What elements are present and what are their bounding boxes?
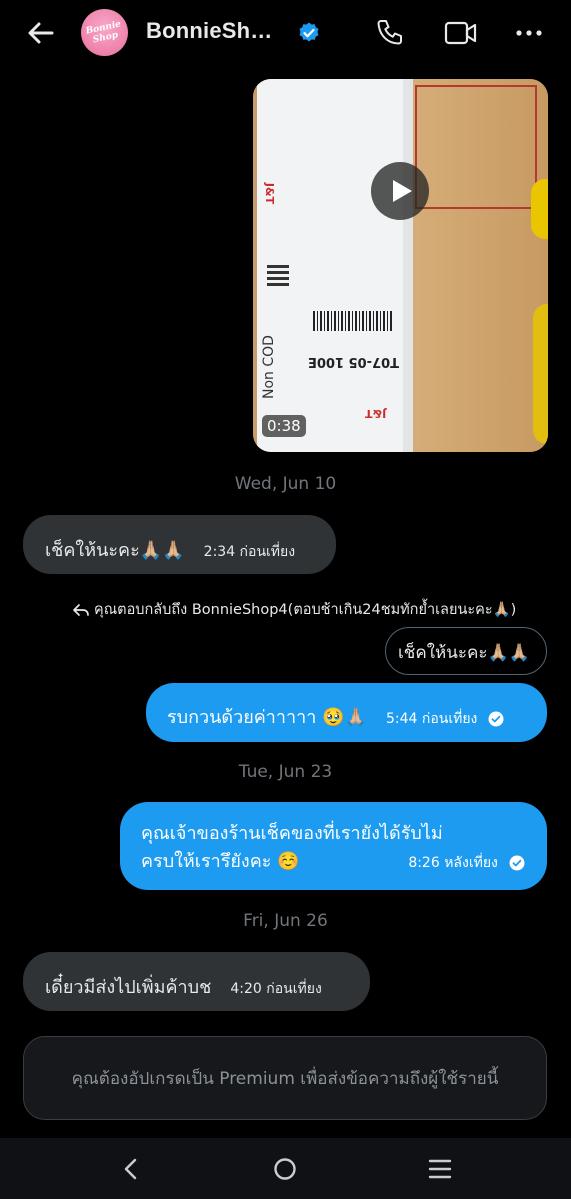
- barcode-image: [313, 311, 393, 331]
- quoted-message[interactable]: เช็คให้นะคะ🙏🏼🙏🏼: [385, 627, 547, 675]
- nav-recents-icon[interactable]: [427, 1158, 453, 1180]
- message-text: เดี๋ยวมีส่งไปเพิ่มค้าบช: [45, 977, 212, 998]
- outgoing-message[interactable]: รบกวนด้วยค่าาาาา 🥹🙏🏼 5:44 ก่อนเที่ยง: [146, 683, 547, 742]
- outgoing-message[interactable]: คุณเจ้าของร้านเช็คของที่เรายังได้รับไม่ …: [120, 802, 547, 890]
- play-icon[interactable]: [371, 162, 429, 220]
- message-time: 4:20 ก่อนเที่ยง: [230, 981, 322, 997]
- reply-context: คุณตอบกลับถึง BonnieShop4(ตอบช้าเกิน24ชม…: [72, 598, 516, 621]
- reply-arrow-icon: [73, 604, 89, 616]
- message-text: เช็คให้นะคะ🙏🏼🙏🏼: [45, 540, 185, 561]
- brand-logo-text-2: J&T: [365, 407, 387, 420]
- date-separator: Tue, Jun 23: [238, 762, 333, 782]
- system-navigation-bar: [0, 1138, 571, 1199]
- avatar[interactable]: Bonnie Shop: [81, 9, 128, 56]
- label-edge: [403, 79, 413, 452]
- avatar-logo-text: Bonnie Shop: [84, 18, 123, 45]
- read-check-icon: [509, 855, 525, 870]
- scissors-handle-image: [531, 179, 548, 239]
- phone-icon[interactable]: [374, 17, 406, 49]
- video-duration: 0:38: [262, 415, 306, 437]
- label-non-cod: Non COD: [261, 335, 277, 399]
- qr-code-image: [267, 264, 289, 286]
- message-time: 5:44 ก่อนเที่ยง: [385, 711, 478, 727]
- box-print-frame: [415, 85, 537, 209]
- verified-badge-icon: [297, 21, 321, 45]
- premium-upgrade-notice[interactable]: คุณต้องอัปเกรดเป็น Premium เพื่อส่งข้อคว…: [23, 1036, 547, 1120]
- nav-back-icon[interactable]: [118, 1156, 144, 1182]
- date-separator: Wed, Jun 10: [234, 474, 337, 494]
- incoming-message[interactable]: เช็คให้นะคะ🙏🏼🙏🏼 2:34 ก่อนเที่ยง: [23, 515, 336, 574]
- label-code: T07-05 100E: [308, 354, 399, 369]
- scissors-handle-image-2: [533, 304, 548, 444]
- video-message[interactable]: J&T J&T T07-05 100E Non COD 0:38: [253, 79, 548, 452]
- video-camera-icon[interactable]: [444, 18, 478, 48]
- more-options-icon[interactable]: [511, 20, 547, 46]
- date-separator: Fri, Jun 26: [243, 911, 328, 931]
- reply-context-text: คุณตอบกลับถึง BonnieShop4(ตอบช้าเกิน24ชม…: [94, 602, 517, 618]
- message-text-line-1: คุณเจ้าของร้านเช็คของที่เรายังได้รับไม่: [141, 823, 443, 844]
- nav-home-icon[interactable]: [272, 1156, 298, 1182]
- read-check-icon: [488, 711, 504, 726]
- back-arrow-icon[interactable]: [22, 16, 58, 52]
- message-time: 8:26 หลังเที่ยง: [408, 855, 498, 871]
- chat-header: Bonnie Shop BonnieSh…: [0, 0, 571, 66]
- brand-logo-text: J&T: [263, 182, 277, 205]
- message-text: รบกวนด้วยค่าาาาา 🥹🙏🏼: [167, 707, 367, 728]
- incoming-message[interactable]: เดี๋ยวมีส่งไปเพิ่มค้าบช 4:20 ก่อนเที่ยง: [23, 952, 370, 1011]
- message-text-line-2: ครบให้เรารึยังคะ ☺️: [141, 851, 300, 872]
- message-time: 2:34 ก่อนเที่ยง: [203, 544, 296, 560]
- contact-name[interactable]: BonnieSh…: [146, 18, 272, 44]
